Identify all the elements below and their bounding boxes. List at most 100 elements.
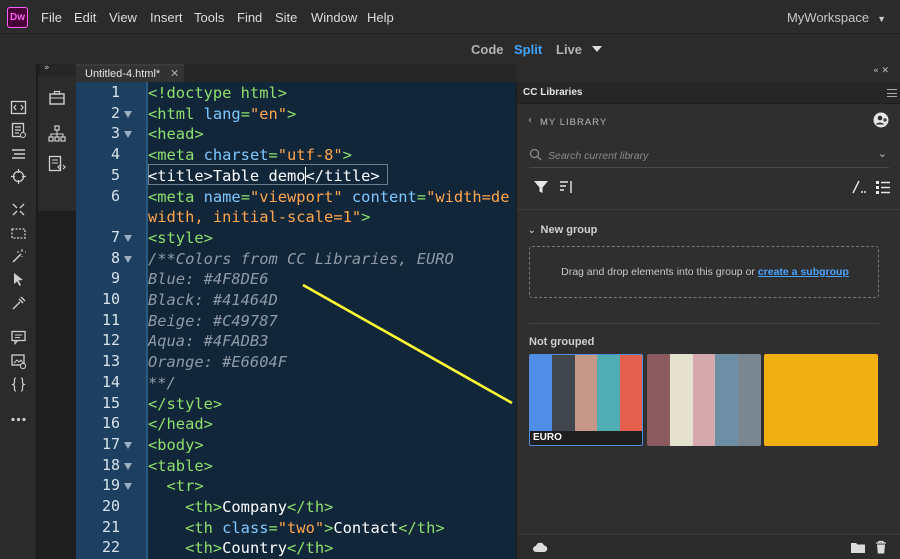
sort-icon[interactable]	[557, 178, 575, 196]
color-stripe	[715, 354, 739, 446]
code-line: <th class="two">Contact</th>	[148, 518, 445, 538]
target-icon[interactable]	[10, 168, 27, 185]
menu-help[interactable]: Help	[367, 10, 394, 25]
document-icon[interactable]	[10, 122, 27, 139]
menu-find[interactable]: Find	[237, 10, 262, 25]
color-theme-swatch[interactable]	[647, 354, 761, 446]
fold-arrow-icon[interactable]	[124, 462, 132, 470]
code-line: <meta charset="utf-8">	[148, 145, 352, 165]
path-icon[interactable]	[849, 178, 867, 196]
cc-libraries-tab[interactable]: CC Libraries	[517, 82, 900, 104]
line-number: 14	[101, 372, 120, 391]
panel-divider	[517, 209, 900, 210]
line-number: 18	[101, 455, 120, 474]
code-token: Beige: #C49787	[148, 311, 278, 330]
code-token: <!doctype html>	[148, 84, 287, 102]
sitemap-icon[interactable]	[47, 124, 67, 144]
comment-icon[interactable]	[10, 329, 27, 346]
collapse-panels-icon[interactable]: « ✕	[873, 66, 889, 76]
menu-insert[interactable]: Insert	[150, 10, 183, 25]
braces-icon[interactable]	[10, 376, 27, 393]
code-token: /**Colors from CC Libraries, EURO	[148, 249, 454, 268]
expand-panels-icon[interactable]: »	[44, 63, 50, 73]
dropzone-message: Drag and drop elements into this group o…	[561, 266, 758, 278]
fold-arrow-icon[interactable]	[124, 110, 132, 118]
code-editor[interactable]: 1 2 3 4 5 6 7 8 9 10 11 12 13 14 15 16 17 18 19 20 21 22 <!do…	[76, 82, 516, 559]
code-token: <th	[148, 518, 223, 537]
menu-tools[interactable]: Tools	[194, 10, 224, 25]
collaborate-icon[interactable]	[873, 112, 889, 128]
select-box-icon[interactable]	[10, 225, 27, 242]
color-theme-swatch[interactable]: EURO	[529, 354, 643, 446]
mode-split-button[interactable]: Split	[514, 42, 542, 57]
workspace-label: MyWorkspace	[786, 10, 870, 25]
group-header[interactable]: ⌄ New group	[528, 224, 597, 236]
eyedropper-icon[interactable]	[10, 295, 27, 312]
fold-arrow-icon[interactable]	[124, 131, 132, 139]
menu-site[interactable]: Site	[275, 10, 297, 25]
filter-icon[interactable]	[532, 178, 550, 196]
expand-icon[interactable]	[10, 201, 27, 218]
line-number: 5	[110, 165, 120, 184]
code-view-icon[interactable]	[10, 99, 27, 116]
line-number: 16	[101, 414, 120, 433]
mode-code-button[interactable]: Code	[471, 42, 504, 57]
pointer-icon[interactable]	[10, 271, 27, 288]
magic-wand-icon[interactable]	[10, 248, 27, 265]
chevron-down-icon[interactable]: ⌄	[878, 147, 887, 160]
search-icon	[529, 148, 542, 161]
mode-live-button[interactable]: Live	[556, 42, 582, 57]
fold-arrow-icon[interactable]	[124, 234, 132, 242]
panel-menu-icon[interactable]	[887, 89, 897, 97]
more-icon[interactable]	[10, 411, 27, 428]
code-line: <html lang="en">	[148, 104, 296, 124]
search-input[interactable]	[548, 148, 848, 164]
image-check-icon[interactable]	[10, 353, 27, 370]
fold-arrow-icon[interactable]	[124, 483, 132, 491]
fold-arrow-icon[interactable]	[124, 255, 132, 263]
code-token: Aqua: #4FADB3	[148, 332, 269, 351]
color-stripe	[738, 354, 761, 446]
workspace-switcher[interactable]: MyWorkspace ▼	[787, 10, 886, 25]
code-line: Black: #41464D	[148, 290, 278, 310]
panel-collapse-bar: »	[40, 63, 76, 76]
code-token: "width=de	[426, 187, 510, 206]
code-line: <body>	[148, 435, 204, 455]
group-dropzone[interactable]: Drag and drop elements into this group o…	[529, 246, 879, 298]
library-name[interactable]: MY LIBRARY	[540, 117, 607, 128]
code-line: Beige: #C49787	[148, 311, 278, 331]
snippets-icon[interactable]	[47, 154, 67, 174]
code-token: "viewport"	[249, 187, 352, 206]
list-icon[interactable]	[10, 146, 27, 163]
menu-edit[interactable]: Edit	[74, 10, 96, 25]
line-number: 2	[110, 103, 120, 122]
code-token: **/	[148, 373, 176, 392]
line-number: 22	[101, 538, 120, 557]
list-view-icon[interactable]	[874, 178, 892, 196]
color-stripe	[669, 354, 694, 446]
line-number: 20	[101, 497, 120, 515]
code-token: =	[240, 187, 250, 206]
cloud-icon[interactable]	[532, 540, 548, 554]
code-token: <style>	[148, 228, 213, 247]
menu-window[interactable]: Window	[311, 10, 357, 25]
panel-bottom-bar	[517, 534, 900, 559]
live-options-dropdown-icon[interactable]	[592, 46, 602, 52]
menu-file[interactable]: File	[41, 10, 62, 25]
folder-icon[interactable]	[850, 540, 866, 554]
close-icon[interactable]: ✕	[170, 67, 179, 80]
fold-arrow-icon[interactable]	[124, 441, 132, 449]
code-token: <meta	[148, 187, 204, 206]
back-chevron-icon[interactable]: ‹	[528, 115, 532, 126]
briefcase-icon[interactable]	[47, 88, 67, 108]
color-stripe	[764, 354, 878, 446]
trash-icon[interactable]	[873, 540, 889, 554]
code-token: </th>	[398, 518, 445, 537]
code-token: </th>	[287, 539, 334, 558]
color-theme-swatch[interactable]	[764, 354, 878, 446]
menu-view[interactable]: View	[109, 10, 137, 25]
document-tab[interactable]: Untitled-4.html* ✕	[76, 64, 184, 82]
create-subgroup-link[interactable]: create a subgroup	[758, 266, 849, 278]
code-token: <html	[148, 104, 204, 123]
code-line: <title>Table demo</title>	[148, 166, 380, 186]
